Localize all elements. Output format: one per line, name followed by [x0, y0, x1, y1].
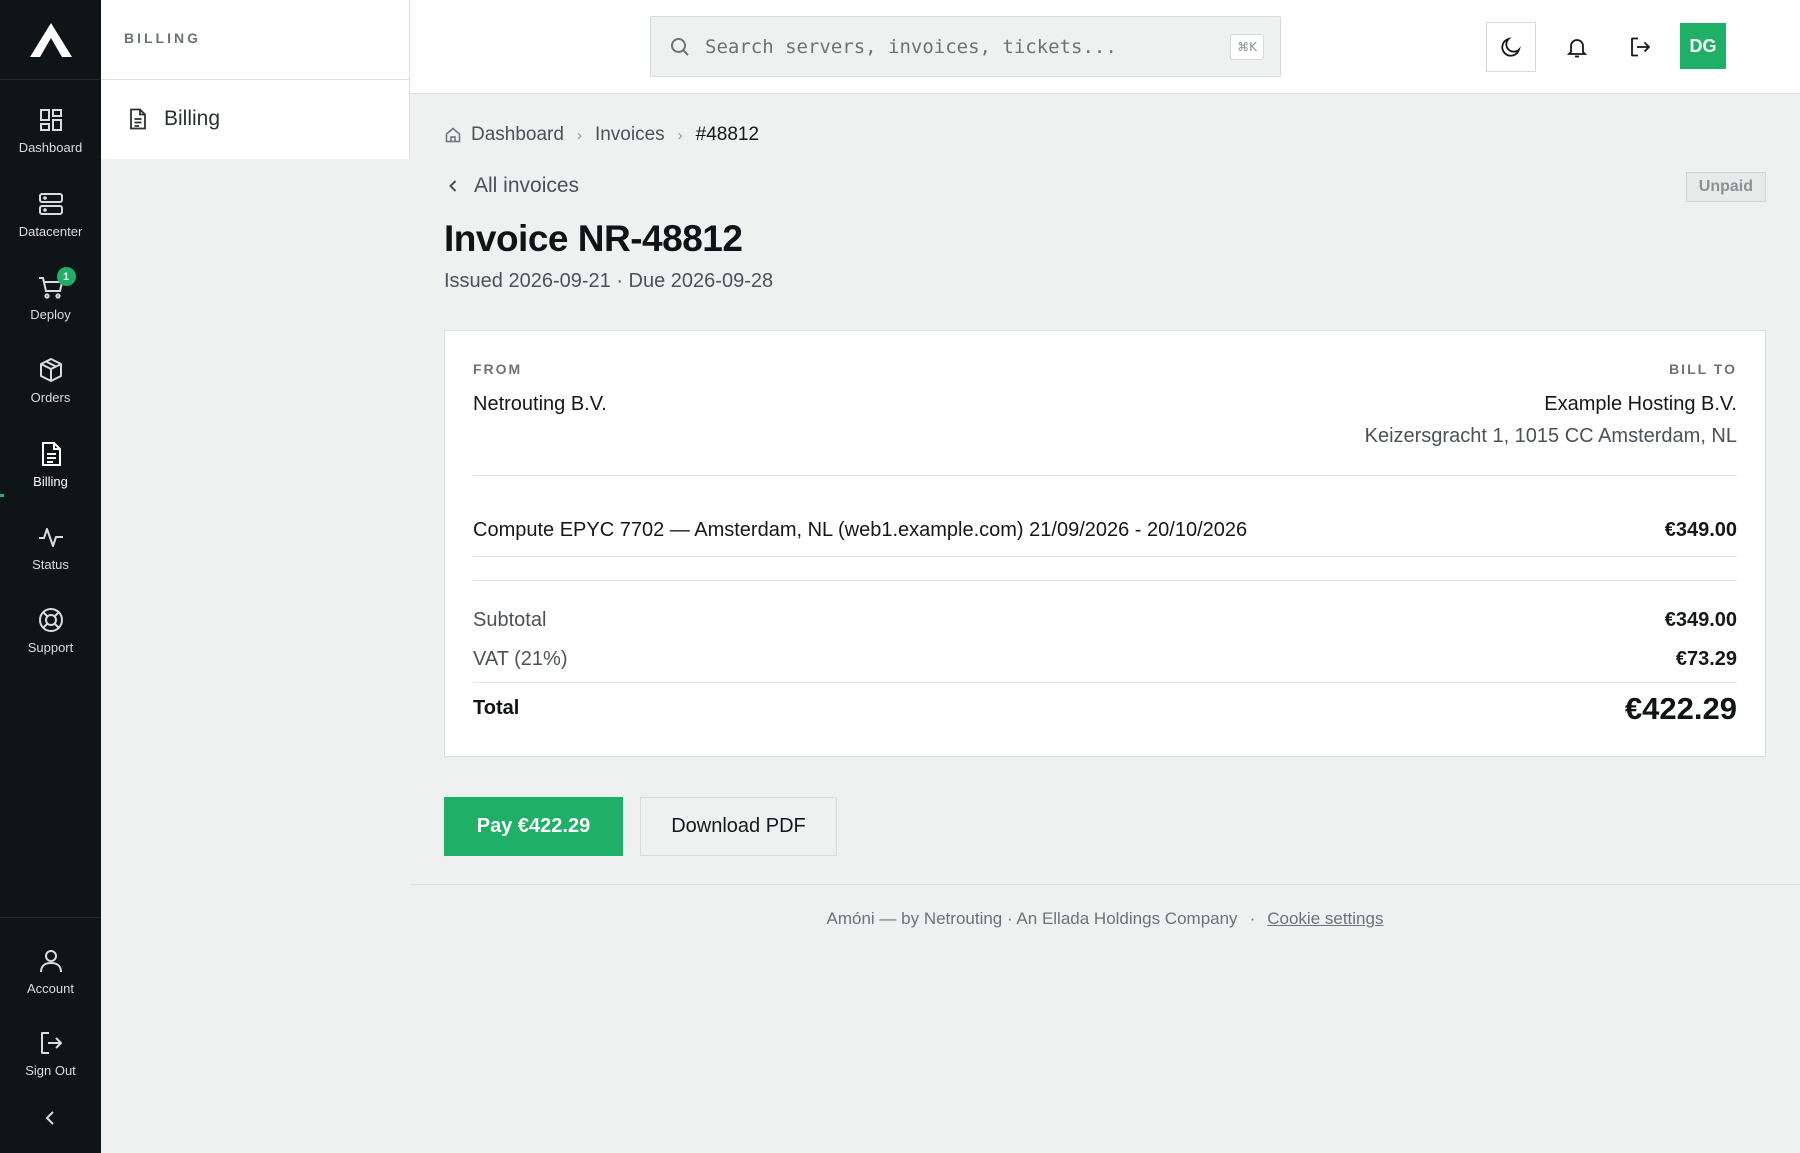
document-icon: [37, 440, 65, 468]
footer: Amóni — by Netrouting · An Ellada Holdin…: [410, 884, 1800, 929]
notifications-button[interactable]: [1552, 22, 1602, 72]
bill-to-name: Example Hosting B.V.: [1544, 393, 1737, 415]
breadcrumb: Dashboard › Invoices › #48812: [444, 124, 759, 146]
rail-item-deploy[interactable]: 1 Deploy: [0, 263, 101, 327]
rail-item-label: Dashboard: [18, 140, 83, 155]
lifebuoy-icon: [37, 606, 65, 634]
search-icon: [669, 36, 691, 58]
rail-item-signout[interactable]: Sign Out: [0, 1019, 101, 1083]
avatar[interactable]: DG: [1680, 23, 1726, 69]
search-box[interactable]: ⌘K: [650, 16, 1281, 77]
billing-subnav: BILLING Billing: [101, 0, 410, 159]
signout-icon: [1631, 37, 1650, 57]
chevron-right-icon: ›: [576, 126, 582, 144]
bill-to-address: Keizersgracht 1, 1015 CC Amsterdam, NL: [1364, 425, 1737, 447]
rail-item-orders[interactable]: Orders: [0, 346, 101, 410]
footer-text: Amóni — by Netrouting · An Ellada Holdin…: [826, 909, 1238, 928]
shortcut-hint: ⌘K: [1230, 34, 1264, 60]
from-label: FROM: [473, 361, 523, 377]
logo-icon: [29, 22, 72, 57]
moon-icon: [1501, 37, 1521, 57]
signout-icon: [37, 1029, 65, 1057]
left-rail: Dashboard Datacenter 1 Deploy Orders Bil…: [0, 0, 101, 1153]
back-link-label: All invoices: [474, 174, 580, 197]
breadcrumb-current: #48812: [695, 124, 760, 145]
download-pdf-button[interactable]: Download PDF: [640, 797, 837, 856]
divider: [473, 475, 1737, 476]
subnav-item-label: Billing: [164, 107, 221, 130]
rail-item-datacenter[interactable]: Datacenter: [0, 180, 101, 244]
footer-separator: ·: [1249, 909, 1256, 928]
rail-divider: [0, 917, 101, 918]
cart-icon: 1: [37, 267, 76, 301]
collapse-button[interactable]: [38, 1106, 62, 1130]
line-item-description: Compute EPYC 7702 — Amsterdam, NL (web1.…: [473, 519, 1248, 541]
back-link[interactable]: All invoices: [444, 174, 579, 198]
grid-icon: [37, 106, 65, 134]
rail-item-support[interactable]: Support: [0, 596, 101, 660]
document-icon: [126, 107, 150, 131]
box-icon: [37, 356, 65, 384]
vat-label: VAT (21%): [473, 648, 568, 670]
subnav-heading: BILLING: [101, 0, 409, 80]
divider: [473, 580, 1737, 581]
cookie-settings-link[interactable]: Cookie settings: [1267, 909, 1383, 928]
pulse-icon: [37, 523, 65, 551]
divider: [473, 682, 1737, 683]
line-item-amount: €349.00: [1664, 519, 1737, 541]
chevron-left-icon: [45, 1111, 54, 1125]
from-name: Netrouting B.V.: [473, 393, 607, 415]
rail-item-label: Sign Out: [25, 1063, 76, 1078]
rail-item-label: Billing: [33, 474, 68, 489]
rail-item-dashboard[interactable]: Dashboard: [0, 96, 101, 160]
page-title: Invoice NR-48812: [444, 218, 743, 259]
breadcrumb-dashboard[interactable]: Dashboard: [471, 124, 564, 146]
breadcrumb-invoices[interactable]: Invoices: [595, 124, 665, 146]
subtotal-value: €349.00: [1664, 609, 1737, 631]
bill-to-label: BILL TO: [1669, 361, 1737, 377]
rail-item-label: Deploy: [30, 307, 71, 322]
search-input[interactable]: [705, 35, 1205, 58]
server-icon: [37, 190, 65, 218]
subtotal-label: Subtotal: [473, 609, 547, 631]
top-bar: ⌘K DG: [410, 0, 1800, 94]
rail-item-label: Datacenter: [18, 224, 83, 239]
home-icon: [445, 127, 461, 143]
status-badge: Unpaid: [1685, 172, 1766, 202]
bell-icon: [1566, 39, 1588, 58]
theme-toggle-button[interactable]: [1486, 22, 1536, 72]
total-label: Total: [473, 697, 520, 719]
user-icon: [37, 947, 65, 975]
rail-item-label: Status: [32, 557, 69, 572]
chevron-left-icon: [449, 180, 457, 192]
logout-button[interactable]: [1615, 22, 1665, 72]
rail-item-label: Support: [27, 640, 74, 655]
invoice-card: FROM BILL TO Netrouting B.V. Example Hos…: [444, 330, 1766, 757]
pay-button[interactable]: Pay €422.29: [444, 797, 623, 856]
logo[interactable]: [0, 0, 101, 80]
main-content: Dashboard › Invoices › #48812 All invoic…: [410, 94, 1800, 1153]
chevron-right-icon: ›: [677, 126, 683, 144]
vat-value: €73.29: [1675, 648, 1737, 670]
subnav-item-billing[interactable]: Billing: [101, 80, 409, 158]
invoice-dates: Issued 2026-09-21 · Due 2026-09-28: [444, 270, 774, 292]
rail-item-label: Account: [27, 981, 74, 996]
divider: [473, 556, 1737, 557]
rail-item-status[interactable]: Status: [0, 513, 101, 577]
rail-item-billing[interactable]: Billing: [0, 430, 101, 494]
rail-item-label: Orders: [30, 390, 71, 405]
rail-item-account[interactable]: Account: [0, 937, 101, 1001]
total-value: €422.29: [1624, 691, 1737, 726]
cart-badge: 1: [56, 267, 76, 286]
